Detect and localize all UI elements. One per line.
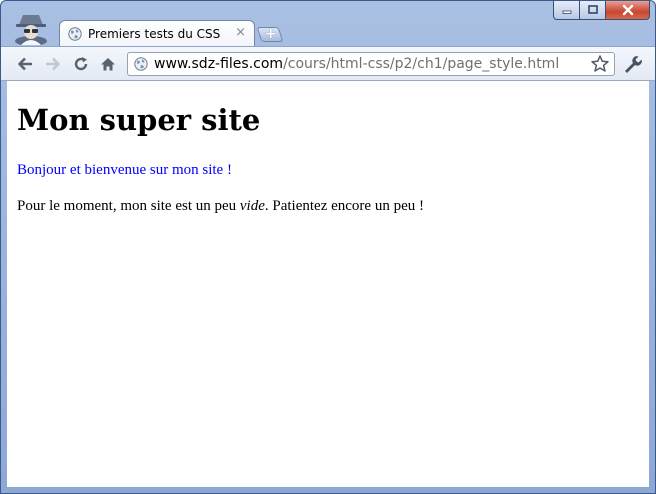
close-icon (622, 4, 633, 16)
address-url[interactable]: www.sdz-files.com/cours/html-css/p2/ch1/… (154, 56, 559, 72)
tab-strip: Premiers tests du CSS × + (1, 1, 655, 47)
address-path: /cours/html-css/p2/ch1/page_style.html (283, 56, 560, 72)
home-icon (101, 58, 115, 71)
address-host: www.sdz-files.com (154, 56, 284, 72)
globe-icon (68, 27, 82, 41)
home-button[interactable] (98, 54, 118, 74)
plus-icon: + (264, 26, 277, 42)
window-controls (553, 1, 650, 21)
page-globe-icon (134, 57, 148, 71)
paragraph-emphasis: vide (239, 198, 265, 214)
wrench-icon[interactable] (621, 54, 643, 74)
new-tab-button[interactable]: + (256, 26, 284, 42)
paragraph-part-2: . Patientez encore un peu ! (264, 198, 424, 214)
incognito-icon (15, 15, 47, 45)
minimize-button[interactable] (553, 1, 580, 20)
tab-active[interactable]: Premiers tests du CSS × (59, 20, 255, 47)
back-arrow-icon (18, 57, 32, 71)
maximize-button[interactable] (580, 1, 606, 20)
page-viewport: Mon super site Bonjour et bienvenue sur … (7, 81, 649, 487)
tab-close-button[interactable]: × (235, 26, 246, 40)
forward-arrow-icon (46, 57, 60, 71)
address-bar[interactable]: www.sdz-files.com/cours/html-css/p2/ch1/… (127, 52, 615, 76)
paragraph-part-1: Pour le moment, mon site est un peu (17, 198, 240, 214)
minimize-icon (562, 10, 571, 14)
reload-button[interactable] (71, 54, 91, 74)
star-icon[interactable] (590, 54, 610, 74)
tab-title: Premiers tests du CSS (88, 27, 221, 41)
maximize-icon (587, 5, 598, 14)
welcome-text: Bonjour et bienvenue sur mon site ! (17, 162, 232, 178)
back-button[interactable] (15, 54, 35, 74)
window-close-button[interactable] (606, 1, 650, 20)
browser-toolbar: www.sdz-files.com/cours/html-css/p2/ch1/… (1, 46, 655, 81)
page-heading: Mon super site (17, 103, 261, 137)
forward-button[interactable] (43, 54, 63, 74)
browser-window: Premiers tests du CSS × + www.sdz-files.… (0, 0, 656, 494)
reload-icon (74, 57, 88, 71)
intro-paragraph: Pour le moment, mon site est un peu vide… (17, 198, 424, 215)
